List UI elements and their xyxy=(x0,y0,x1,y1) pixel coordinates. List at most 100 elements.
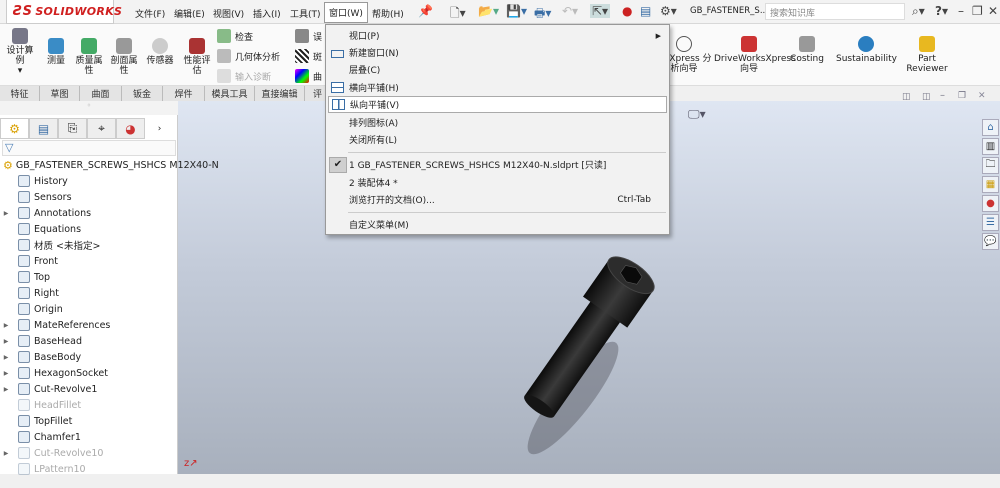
viewport-close-icon[interactable]: ✕ xyxy=(978,91,986,101)
view-palette-icon[interactable]: ▦ xyxy=(982,176,999,193)
options-gear-icon[interactable]: ⚙▾ xyxy=(660,4,677,18)
minimize-icon[interactable]: – xyxy=(958,4,964,18)
propertymanager-tab-icon[interactable]: ▤ xyxy=(29,118,58,139)
configurationmanager-tab-icon[interactable]: ⎘ xyxy=(58,118,87,139)
tree-item[interactable]: ▶ Cut-Revolve1 xyxy=(0,381,178,397)
featuremanager-tab-icon[interactable]: ⚙ xyxy=(0,118,29,139)
import-diagnostics-button[interactable]: 输入诊断 xyxy=(217,69,271,83)
menu-help[interactable]: 帮助(H) xyxy=(369,5,407,22)
tab-mold-tools[interactable]: 模具工具 xyxy=(205,86,255,101)
expand-arrow-icon[interactable]: ▶ xyxy=(0,450,12,457)
home-icon[interactable]: ⌂ xyxy=(982,119,999,136)
menu-view[interactable]: 视图(V) xyxy=(210,5,247,22)
pin-icon[interactable]: 📌 xyxy=(418,4,433,18)
tree-item[interactable]: ▶ BaseBody xyxy=(0,349,178,365)
viewport-restore-icon[interactable]: ❐ xyxy=(958,91,966,101)
tree-item[interactable]: ▶ HexagonSocket xyxy=(0,365,178,381)
more-tabs-arrow-icon[interactable]: › xyxy=(145,118,174,139)
menu-file[interactable]: 文件(F) xyxy=(132,5,168,22)
menu-item-close-all[interactable]: 关闭所有(L) xyxy=(326,131,669,148)
menu-tools[interactable]: 工具(T) xyxy=(287,5,324,22)
tree-item[interactable]: 材质 <未指定> xyxy=(0,237,178,253)
tree-item[interactable]: ▶ BaseHead xyxy=(0,333,178,349)
deviation-analysis-button[interactable]: 误 xyxy=(295,29,322,43)
dimxpert-tab-icon[interactable]: ⌖ xyxy=(87,118,116,139)
menu-item-document-2[interactable]: 2 装配体4 * xyxy=(326,174,669,191)
menu-item-tile-vertical[interactable]: 纵向平铺(V) xyxy=(328,96,667,113)
tree-item[interactable]: ▶ Cut-Revolve10 xyxy=(0,445,178,461)
expand-arrow-icon[interactable]: ▶ xyxy=(0,322,12,329)
design-library-icon[interactable]: ▥ xyxy=(982,138,999,155)
solidworks-logo[interactable]: ƧS SOLIDWORKS xyxy=(6,0,122,24)
expand-arrow-icon[interactable]: ▶ xyxy=(0,370,12,377)
performance-evaluation-button[interactable]: 性能评估 xyxy=(180,38,214,76)
check-button[interactable]: 检查 xyxy=(217,29,253,43)
menu-item-cascade[interactable]: 层叠(C) xyxy=(326,61,669,78)
menu-item-tile-horizontal[interactable]: 横向平铺(H) xyxy=(326,79,669,96)
tree-root[interactable]: ⚙ GB_FASTENER_SCREWS_HSHCS M12X40-N xyxy=(0,157,219,173)
tab-sheet-metal[interactable]: 钣金 xyxy=(122,86,163,101)
tree-item[interactable]: HeadFillet xyxy=(0,397,178,413)
close-icon[interactable]: ✕ xyxy=(988,4,998,18)
custom-properties-icon[interactable]: ☰ xyxy=(982,214,999,231)
open-icon[interactable]: 📂▾ xyxy=(478,4,499,18)
menu-item-document-1[interactable]: ✔ 1 GB_FASTENER_SCREWS_HSHCS M12X40-N.sld… xyxy=(326,156,669,173)
tab-sketch[interactable]: 草图 xyxy=(40,86,80,101)
search-input[interactable]: 搜索知识库 xyxy=(765,3,905,20)
sustainability-button[interactable]: Sustainability xyxy=(836,36,897,64)
tree-item[interactable]: Front xyxy=(0,253,178,269)
tab-weldments[interactable]: 焊件 xyxy=(163,86,205,101)
curvature-button[interactable]: 曲 xyxy=(295,69,322,83)
menu-edit[interactable]: 编辑(E) xyxy=(171,5,208,22)
help-icon[interactable]: ?▾ xyxy=(935,4,948,18)
display-settings-icon[interactable]: 🖵▾ xyxy=(688,107,706,122)
previous-view-icon[interactable]: ◫ xyxy=(902,92,911,102)
menu-item-customize-menu[interactable]: 自定义菜单(M) xyxy=(326,216,669,233)
design-study-button[interactable]: 设计算例 ▾ xyxy=(4,28,36,76)
tree-item[interactable]: Origin xyxy=(0,301,178,317)
menu-window[interactable]: 窗口(W) xyxy=(324,2,368,23)
measure-button[interactable]: 测量 xyxy=(42,38,70,66)
panel-handle[interactable]: ◦ xyxy=(0,101,178,115)
select-icon[interactable]: ⇱▾ xyxy=(590,4,611,18)
geometry-analysis-button[interactable]: 几何体分析 xyxy=(217,49,280,63)
search-icon[interactable]: ⌕▾ xyxy=(912,4,925,19)
menu-item-browse-documents[interactable]: 浏览打开的文档(O)... Ctrl-Tab xyxy=(326,191,669,208)
tree-item[interactable]: Sensors xyxy=(0,189,178,205)
tree-item[interactable]: Equations xyxy=(0,221,178,237)
expand-arrow-icon[interactable]: ▶ xyxy=(0,210,12,217)
driveworksxpress-button[interactable]: DriveWorksXpress 向导 xyxy=(714,36,796,74)
expand-arrow-icon[interactable]: ▶ xyxy=(0,338,12,345)
menu-item-new-window[interactable]: 新建窗口(N) xyxy=(326,44,669,61)
sensor-button[interactable]: 传感器 xyxy=(143,38,177,66)
tab-features[interactable]: 特征 xyxy=(0,86,40,101)
tab-surfaces[interactable]: 曲面 xyxy=(80,86,122,101)
tree-filter[interactable]: ▽ xyxy=(2,140,176,156)
viewport-minimize-icon[interactable]: – xyxy=(940,90,945,101)
tree-item[interactable]: Chamfer1 xyxy=(0,429,178,445)
rebuild-icon[interactable]: ● xyxy=(622,4,632,18)
file-explorer-icon[interactable]: 🗀 xyxy=(982,157,999,174)
mass-properties-button[interactable]: 质量属性 xyxy=(72,38,106,76)
appearances-icon[interactable]: ● xyxy=(982,195,999,212)
menu-item-arrange-icons[interactable]: 排列图标(A) xyxy=(326,114,669,131)
tab-direct-editing[interactable]: 直接编辑 xyxy=(255,86,305,101)
tree-item[interactable]: LPattern10 xyxy=(0,461,178,477)
next-view-icon[interactable]: ◫ xyxy=(922,92,931,102)
menu-insert[interactable]: 插入(I) xyxy=(250,5,284,22)
costing-button[interactable]: Costing xyxy=(788,36,826,64)
tree-item[interactable]: Top xyxy=(0,269,178,285)
section-properties-button[interactable]: 剖面属性 xyxy=(107,38,141,76)
file-properties-icon[interactable]: ▤ xyxy=(640,4,651,18)
zebra-stripes-button[interactable]: 斑 xyxy=(295,49,322,63)
screw-model[interactable] xyxy=(478,248,678,488)
displaymanager-tab-icon[interactable]: ◕ xyxy=(116,118,145,139)
tree-item[interactable]: TopFillet xyxy=(0,413,178,429)
expand-arrow-icon[interactable]: ▶ xyxy=(0,354,12,361)
tree-item[interactable]: ▶ MateReferences xyxy=(0,317,178,333)
menu-item-viewport[interactable]: 视口(P) ▶ xyxy=(326,27,669,44)
tree-item[interactable]: History xyxy=(0,173,178,189)
forum-icon[interactable]: 💬 xyxy=(982,233,999,250)
part-reviewer-button[interactable]: Part Reviewer xyxy=(902,36,952,74)
tree-item[interactable]: Right xyxy=(0,285,178,301)
